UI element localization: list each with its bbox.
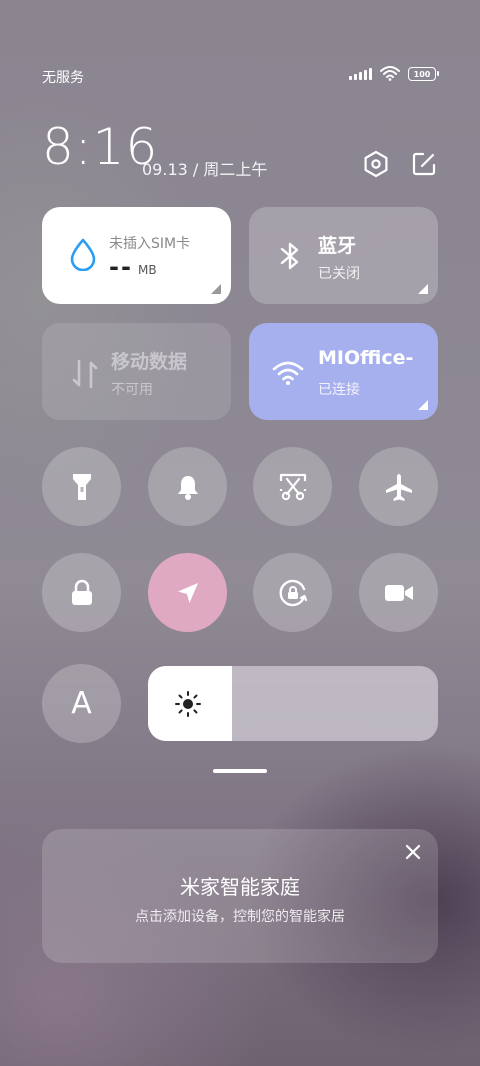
flashlight-button[interactable] [42,447,121,526]
wifi-icon [272,361,304,385]
edit-icon[interactable] [410,150,438,178]
rotation-lock-icon [278,579,307,606]
bell-icon [177,475,198,500]
expand-corner-icon [211,284,221,294]
screenshot-button[interactable] [253,447,332,526]
data-usage-unit: MB [138,263,157,277]
sun-icon [175,691,201,717]
scissors-icon [279,473,306,500]
water-drop-icon [70,238,96,271]
expand-corner-icon [418,284,428,294]
data-usage-value: -- [109,253,133,281]
screen-record-button[interactable] [359,553,438,632]
card-subtitle: 点击添加设备，控制您的智能家居 [135,909,345,925]
card-title: 米家智能家庭 [180,875,300,899]
airplane-icon [385,473,412,501]
bluetooth-title: 蓝牙 [318,235,357,257]
bluetooth-status: 已关闭 [318,266,360,282]
wifi-tile[interactable]: MIOffice- 已连接 [249,323,438,420]
airplane-mode-button[interactable] [359,447,438,526]
bluetooth-tile[interactable]: 蓝牙 已关闭 [249,207,438,304]
date-label: 09.13 / 周二上午 [142,160,268,179]
auto-brightness-button[interactable]: A [42,664,121,743]
flashlight-icon [72,473,91,500]
close-icon[interactable] [404,843,422,861]
status-icons: 100 [349,66,439,81]
video-camera-icon [384,584,413,601]
auto-brightness-label: A [71,686,92,721]
wifi-icon [380,66,400,81]
lock-screen-button[interactable] [42,553,121,632]
ringer-button[interactable] [148,447,227,526]
settings-icon[interactable] [362,150,390,178]
sim-status-label: 未插入SIM卡 [109,236,191,252]
location-button[interactable] [148,553,227,632]
mobile-data-icon [72,359,98,389]
wifi-status: 已连接 [318,382,360,398]
drawer-handle[interactable] [213,769,267,773]
rotation-lock-button[interactable] [253,553,332,632]
lock-icon [71,579,92,605]
mijia-smart-home-card[interactable]: 米家智能家庭 点击添加设备，控制您的智能家居 [42,829,438,963]
mobile-data-tile[interactable]: 移动数据 不可用 [42,323,231,420]
brightness-slider[interactable] [148,666,438,741]
data-usage-tile[interactable]: 未插入SIM卡 -- MB [42,207,231,304]
signal-icon [349,67,372,80]
carrier-status: 无服务 [42,70,84,86]
expand-corner-icon [418,400,428,410]
clock: 8:16 [42,118,159,176]
wifi-title: MIOffice- [318,347,414,369]
mobile-data-title: 移动数据 [111,351,188,373]
bluetooth-icon [280,242,299,270]
location-arrow-icon [177,582,198,603]
battery-icon: 100 [408,66,439,81]
mobile-data-status: 不可用 [111,382,153,398]
